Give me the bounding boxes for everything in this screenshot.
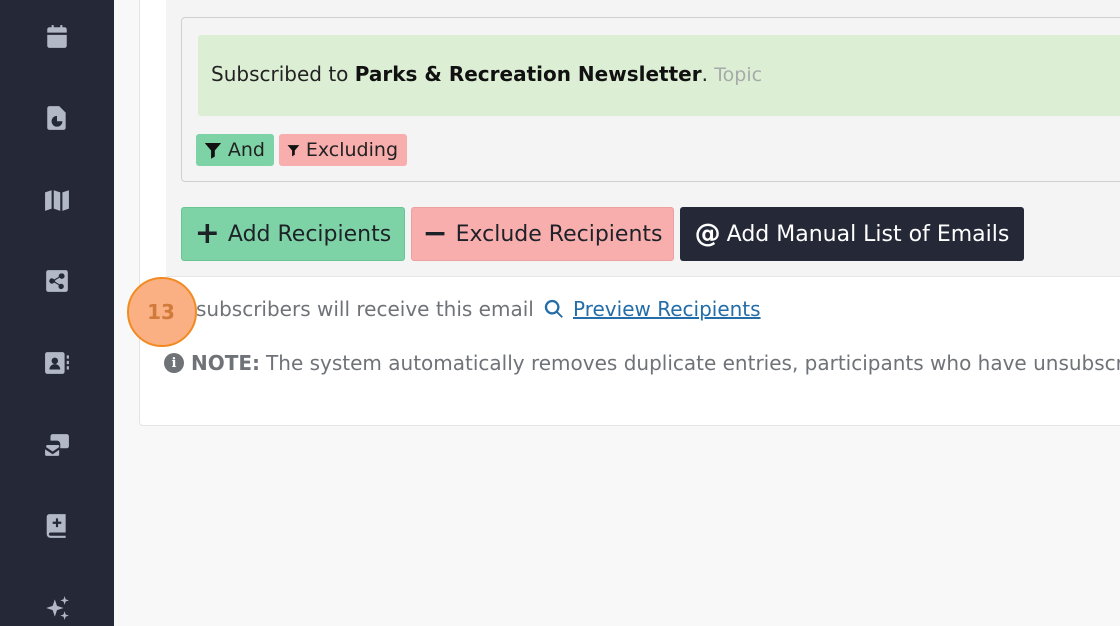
map-icon[interactable]	[43, 186, 71, 214]
recipient-count-highlight: 13	[127, 277, 197, 347]
mail-stack-icon[interactable]	[43, 431, 71, 459]
note-text: The system automatically removes duplica…	[266, 351, 1120, 375]
filter-rule-text: Subscribed to Parks & Recreation Newslet…	[211, 62, 762, 86]
rule-topic-name: Parks & Recreation Newsletter	[354, 62, 702, 86]
file-chart-icon[interactable]	[43, 104, 71, 132]
add-recipients-button[interactable]: + Add Recipients	[181, 207, 405, 261]
excluding-filter-button[interactable]: Excluding	[279, 134, 407, 166]
plus-icon: +	[194, 216, 220, 251]
preview-recipients-link[interactable]: Preview Recipients	[543, 297, 761, 321]
sparkles-icon[interactable]	[43, 594, 71, 622]
preview-recipients-label: Preview Recipients	[573, 297, 761, 321]
dedupe-note: i NOTE: The system automatically removes…	[164, 351, 1120, 375]
calendar-icon[interactable]	[43, 23, 71, 51]
excluding-filter-label: Excluding	[305, 139, 398, 161]
and-filter-label: And	[227, 139, 265, 161]
add-recipients-label: Add Recipients	[227, 221, 392, 247]
sidebar	[0, 0, 114, 626]
add-manual-emails-button[interactable]: @ Add Manual List of Emails	[680, 207, 1024, 261]
minus-icon: −	[422, 216, 448, 251]
book-plus-icon[interactable]	[43, 512, 71, 540]
add-manual-emails-label: Add Manual List of Emails	[726, 221, 1010, 247]
and-filter-button[interactable]: And	[196, 134, 274, 166]
search-icon	[544, 299, 563, 318]
divider	[166, 276, 1120, 277]
at-sign-icon: @	[694, 219, 721, 249]
rule-type-label: Topic	[714, 64, 763, 86]
recipient-summary-text: subscribers will receive this email	[196, 297, 534, 321]
note-label: NOTE:	[191, 351, 261, 375]
filter-icon	[204, 142, 222, 159]
recipient-count: 13	[147, 300, 175, 324]
contacts-icon[interactable]	[43, 349, 71, 377]
info-icon: i	[164, 353, 184, 373]
rule-period: .	[701, 62, 708, 86]
share-icon[interactable]	[43, 267, 71, 295]
filter-icon	[287, 144, 300, 156]
rule-prefix: Subscribed to	[211, 62, 349, 86]
exclude-recipients-button[interactable]: − Exclude Recipients	[411, 207, 674, 261]
exclude-recipients-label: Exclude Recipients	[455, 221, 663, 247]
